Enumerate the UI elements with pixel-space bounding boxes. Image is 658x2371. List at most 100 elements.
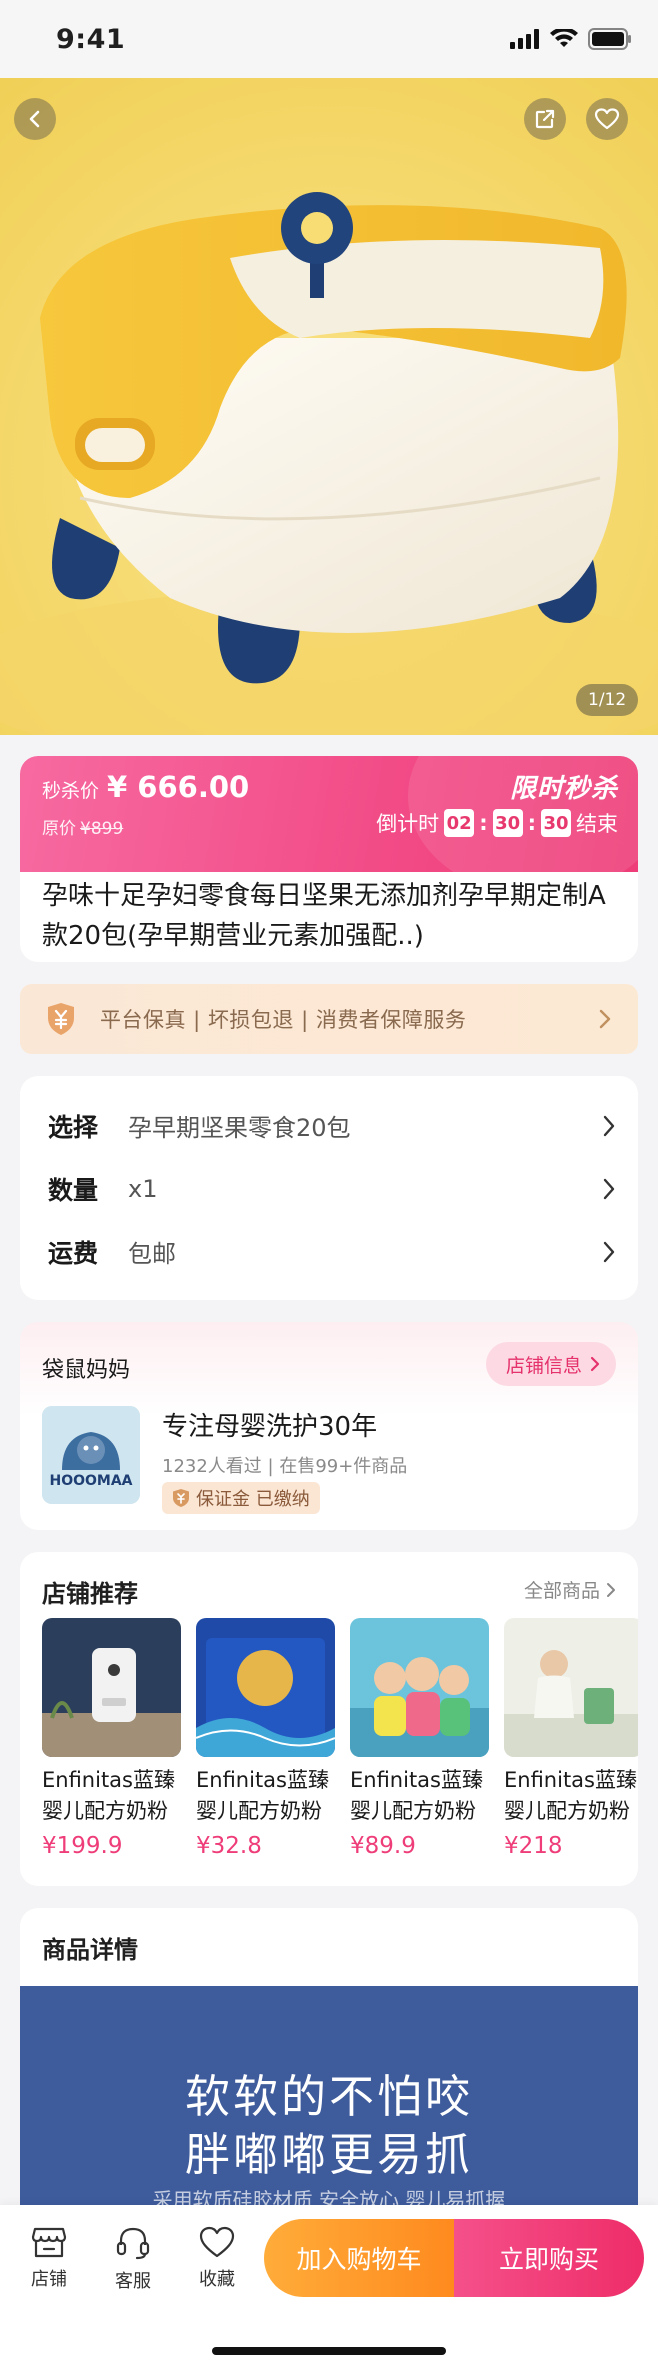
customer-service-label: 客服 [115, 2271, 151, 2292]
shop-logo: HOOOMAA [42, 1406, 140, 1504]
shop-nav-button[interactable]: 店铺 [14, 2225, 84, 2291]
chevron-left-icon [29, 110, 40, 128]
add-to-cart-button[interactable]: 加入购物车 [264, 2219, 454, 2297]
recommend-item-name: Enfinitas蓝臻婴儿配方奶粉 [196, 1768, 329, 1823]
recommend-item-name: Enfinitas蓝臻婴儿配方奶粉 [350, 1768, 483, 1823]
status-icons [510, 28, 632, 50]
spec-row-quantity[interactable]: 数量 x1 [20, 1157, 638, 1220]
deposit-badge-text: 保证金 已缴纳 [196, 1489, 310, 1510]
heart-icon [594, 108, 620, 130]
recommend-title: 店铺推荐 [42, 1580, 138, 1608]
chevron-right-icon [590, 1356, 600, 1372]
countdown-end-label: 结束 [576, 812, 618, 836]
heart-icon [199, 2226, 235, 2258]
battery-icon [588, 28, 631, 50]
chevron-right-icon [603, 1241, 615, 1262]
shop-stats: 1232人看过 | 在售99+件商品 [162, 1456, 408, 1477]
status-bar: 9:41 [0, 0, 658, 78]
store-icon [31, 2227, 67, 2258]
flash-price-label: 秒杀价 [42, 780, 100, 802]
chevron-right-icon [603, 1115, 615, 1136]
share-icon [535, 109, 555, 129]
spec-card: 选择 孕早期坚果零食20包 数量 x1 运费 包邮 [20, 1076, 638, 1300]
product-thumbnail-mother [504, 1618, 638, 1757]
countdown-hours: 02 [444, 809, 475, 837]
shield-yuan-icon [173, 1489, 189, 1507]
recommend-item[interactable]: Enfinitas蓝臻婴儿配方奶粉 ¥218 [504, 1618, 638, 1859]
guarantee-text: 平台保真 | 坏损包退 | 消费者保障服务 [100, 1008, 467, 1032]
flash-price-line: 秒杀价 ¥ 666.00 [42, 770, 249, 804]
bottom-action-bar: 店铺 客服 收藏 加入购物车 立即购买 [0, 2205, 658, 2371]
product-photo-potty [0, 78, 658, 735]
spec-value: 包邮 [128, 1240, 176, 1268]
back-button[interactable] [14, 98, 56, 140]
details-headline-2: 胖嘟嘟更易抓 [184, 2128, 473, 2181]
recommend-item[interactable]: Enfinitas蓝臻婴儿配方奶粉 ¥32.8 [196, 1618, 335, 1859]
chevron-right-icon [607, 1582, 615, 1597]
product-thumbnail-dispenser [42, 1618, 181, 1757]
recommend-item-image [350, 1618, 489, 1757]
shop-slogan: 专注母婴洗护30年 [162, 1412, 378, 1442]
recommend-list: Enfinitas蓝臻婴儿配方奶粉 ¥199.9 Enfinitas蓝臻婴儿配方… [42, 1618, 638, 1859]
countdown-minutes: 30 [492, 809, 523, 837]
wifi-icon [550, 29, 578, 47]
share-button[interactable] [524, 98, 566, 140]
recommend-item-name: Enfinitas蓝臻婴儿配方奶粉 [504, 1768, 637, 1823]
deposit-badge: 保证金 已缴纳 [162, 1482, 320, 1514]
cellular-signal-icon [510, 29, 539, 49]
shop-logo-text: HOOOMAA [49, 1473, 132, 1489]
spec-key: 数量 [48, 1175, 99, 1205]
spec-row-shipping[interactable]: 运费 包邮 [20, 1220, 638, 1283]
recommend-item[interactable]: Enfinitas蓝臻婴儿配方奶粉 ¥89.9 [350, 1618, 489, 1859]
favorite-nav-button[interactable]: 收藏 [182, 2225, 252, 2291]
spec-row-select[interactable]: 选择 孕早期坚果零食20包 [20, 1094, 638, 1157]
countdown-seconds: 30 [541, 809, 571, 837]
flash-price: ¥ 666.00 [107, 770, 250, 804]
home-indicator [212, 2347, 446, 2355]
product-title: 孕味十足孕妇零食每日坚果无添加剂孕早期定制A款20包(孕早期营业元素加强配..) [42, 881, 606, 951]
spec-value: 孕早期坚果零食20包 [128, 1114, 351, 1142]
chevron-right-icon [603, 1178, 615, 1199]
recommend-item-price: ¥199.9 [42, 1833, 123, 1859]
countdown-label: 倒计时 [376, 812, 440, 836]
headset-icon [116, 2227, 150, 2260]
flash-sale-banner: 秒杀价 ¥ 666.00 原价 ¥899 限时秒杀 倒计时 02 : 30 : 3… [20, 756, 638, 896]
customer-service-button[interactable]: 客服 [98, 2225, 168, 2293]
recommend-item-price: ¥218 [504, 1833, 563, 1859]
favorite-button[interactable] [586, 98, 628, 140]
recommend-item-name: Enfinitas蓝臻婴儿配方奶粉 [42, 1768, 175, 1823]
recommend-item[interactable]: Enfinitas蓝臻婴儿配方奶粉 ¥199.9 [42, 1618, 181, 1859]
guarantee-bar[interactable]: 平台保真 | 坏损包退 | 消费者保障服务 [20, 984, 638, 1054]
countdown-timer: 倒计时 02 : 30 : 30 结束 [376, 808, 618, 838]
buy-now-button[interactable]: 立即购买 [454, 2219, 644, 2297]
flash-sale-card: 秒杀价 ¥ 666.00 原价 ¥899 限时秒杀 倒计时 02 : 30 : 3… [20, 756, 638, 962]
shop-nav-label: 店铺 [31, 2269, 67, 2290]
details-title: 商品详情 [42, 1936, 138, 1964]
spec-key: 运费 [48, 1238, 99, 1268]
all-products-link[interactable]: 全部商品 [524, 1576, 616, 1603]
favorite-nav-label: 收藏 [199, 2269, 235, 2290]
product-image-carousel[interactable]: 1/12 [0, 78, 658, 735]
status-time: 9:41 [56, 23, 126, 55]
original-price-label: 原价 [42, 819, 76, 839]
flash-sale-title: 限时秒杀 [509, 774, 618, 804]
original-price-line: 原价 ¥899 [42, 814, 123, 839]
recommend-item-price: ¥89.9 [350, 1833, 416, 1859]
shop-card[interactable]: 袋鼠妈妈 店铺信息 HOOOMAA 专注母婴洗护30年 1232人看过 | 在售… [20, 1322, 638, 1530]
shop-name: 袋鼠妈妈 [42, 1358, 131, 1383]
product-thumbnail-kids [350, 1618, 489, 1757]
shield-yuan-icon [48, 1003, 74, 1035]
shop-info-label: 店铺信息 [505, 1354, 582, 1377]
shop-logo-image: HOOOMAA [42, 1406, 140, 1504]
all-products-label: 全部商品 [523, 1580, 600, 1602]
spec-value: x1 [128, 1174, 158, 1203]
image-page-indicator: 1/12 [576, 684, 639, 716]
spec-key: 选择 [48, 1112, 99, 1142]
product-thumbnail-giftbox [196, 1618, 335, 1757]
recommend-item-price: ¥32.8 [196, 1833, 262, 1859]
shop-recommend-card: 店铺推荐 全部商品 Enfinitas蓝臻婴儿配方奶粉 ¥199.9 Enfin… [20, 1552, 638, 1886]
shop-info-button[interactable]: 店铺信息 [485, 1342, 616, 1386]
chevron-right-icon [599, 1009, 611, 1029]
recommend-item-image [504, 1618, 638, 1757]
recommend-item-image [196, 1618, 335, 1757]
